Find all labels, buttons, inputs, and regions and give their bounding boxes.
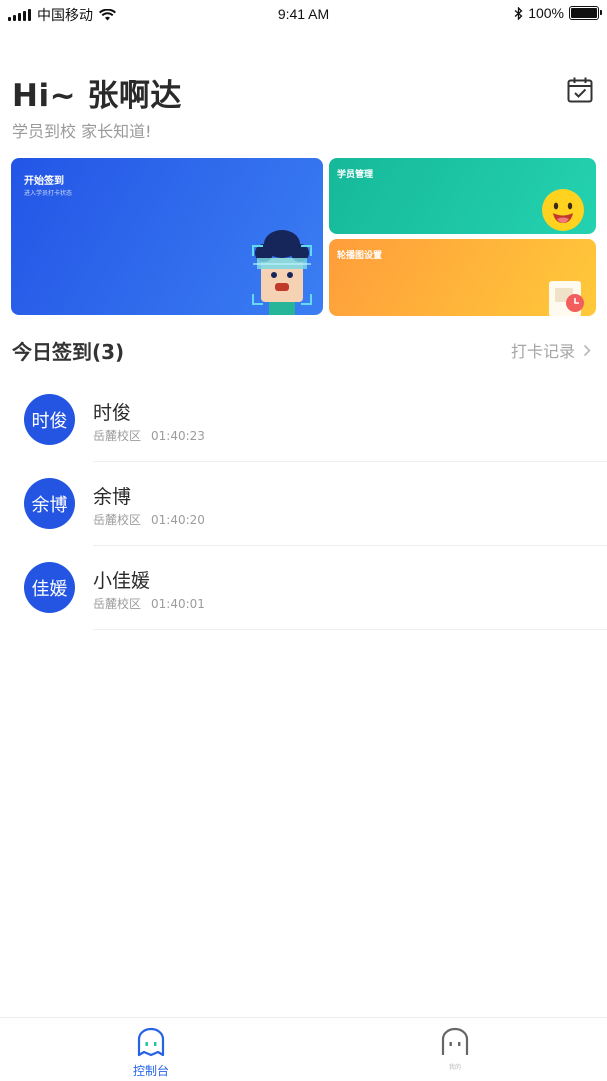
checkin-meta: 岳麓校区 01:40:23	[93, 427, 205, 444]
checkin-row[interactable]: 余博 余博 岳麓校区 01:40:20	[0, 462, 607, 546]
battery-icon	[569, 6, 602, 20]
avatar: 时俊	[24, 394, 75, 445]
smiley-face-icon	[542, 189, 584, 231]
checkin-row[interactable]: 佳媛 小佳媛 岳麓校区 01:40:01	[0, 546, 607, 630]
checkin-time: 01:40:20	[151, 513, 205, 527]
tab-bar: 控制台 我的	[0, 1017, 607, 1081]
tab-mine[interactable]: 我的	[395, 1018, 515, 1081]
campus-label: 岳麓校区	[93, 597, 142, 611]
avatar: 佳媛	[24, 562, 75, 613]
divider	[93, 629, 607, 630]
tab-console[interactable]: 控制台	[91, 1018, 211, 1081]
image-clock-icon	[549, 281, 584, 316]
today-checkin-title: 今日签到(3)	[12, 340, 125, 364]
calendar-check-icon	[567, 77, 593, 103]
mine-ghost-icon	[441, 1027, 469, 1055]
greeting-title: Hi~ 张啊达	[12, 78, 182, 114]
tab-console-label: 控制台	[132, 1064, 169, 1078]
campus-label: 岳麓校区	[93, 513, 142, 527]
start-checkin-card[interactable]: 开始签到 进入学员打卡状态	[11, 158, 323, 315]
campus-label: 岳麓校区	[93, 429, 142, 443]
student-management-title: 学员管理	[337, 170, 374, 180]
checkin-records-label: 打卡记录	[510, 342, 575, 361]
student-management-card[interactable]: 学员管理	[329, 158, 596, 234]
tab-mine-label: 我的	[448, 1064, 461, 1071]
checkin-meta: 岳麓校区 01:40:01	[93, 595, 205, 612]
chevron-right-icon	[583, 344, 591, 356]
face-scan-illustration	[252, 230, 312, 315]
carousel-settings-title: 轮播图设置	[337, 251, 383, 261]
checkin-meta: 岳麓校区 01:40:20	[93, 511, 205, 528]
battery-percent: 100%	[528, 5, 564, 21]
bluetooth-icon	[514, 6, 523, 20]
start-checkin-title: 开始签到	[24, 176, 64, 187]
checkin-row[interactable]: 时俊 时俊 岳麓校区 01:40:23	[0, 378, 607, 462]
checkin-time: 01:40:23	[151, 429, 205, 443]
status-bar: 中国移动 9:41 AM 100%	[0, 0, 607, 28]
console-ghost-icon	[137, 1027, 165, 1057]
carousel-settings-card[interactable]: 轮播图设置	[329, 239, 596, 316]
student-name: 时俊	[93, 402, 132, 424]
avatar: 余博	[24, 478, 75, 529]
checkin-list: 时俊 时俊 岳麓校区 01:40:23 余博 余博 岳麓校区 01:40:20 佳媛…	[0, 378, 607, 630]
calendar-button[interactable]	[566, 76, 594, 104]
checkin-records-link[interactable]: 打卡记录	[511, 338, 591, 362]
checkin-time: 01:40:01	[151, 597, 205, 611]
student-name: 小佳媛	[93, 570, 151, 592]
greeting-subtitle: 学员到校 家长知道!	[12, 122, 152, 141]
start-checkin-desc: 进入学员打卡状态	[24, 190, 73, 197]
student-name: 余博	[93, 486, 132, 508]
